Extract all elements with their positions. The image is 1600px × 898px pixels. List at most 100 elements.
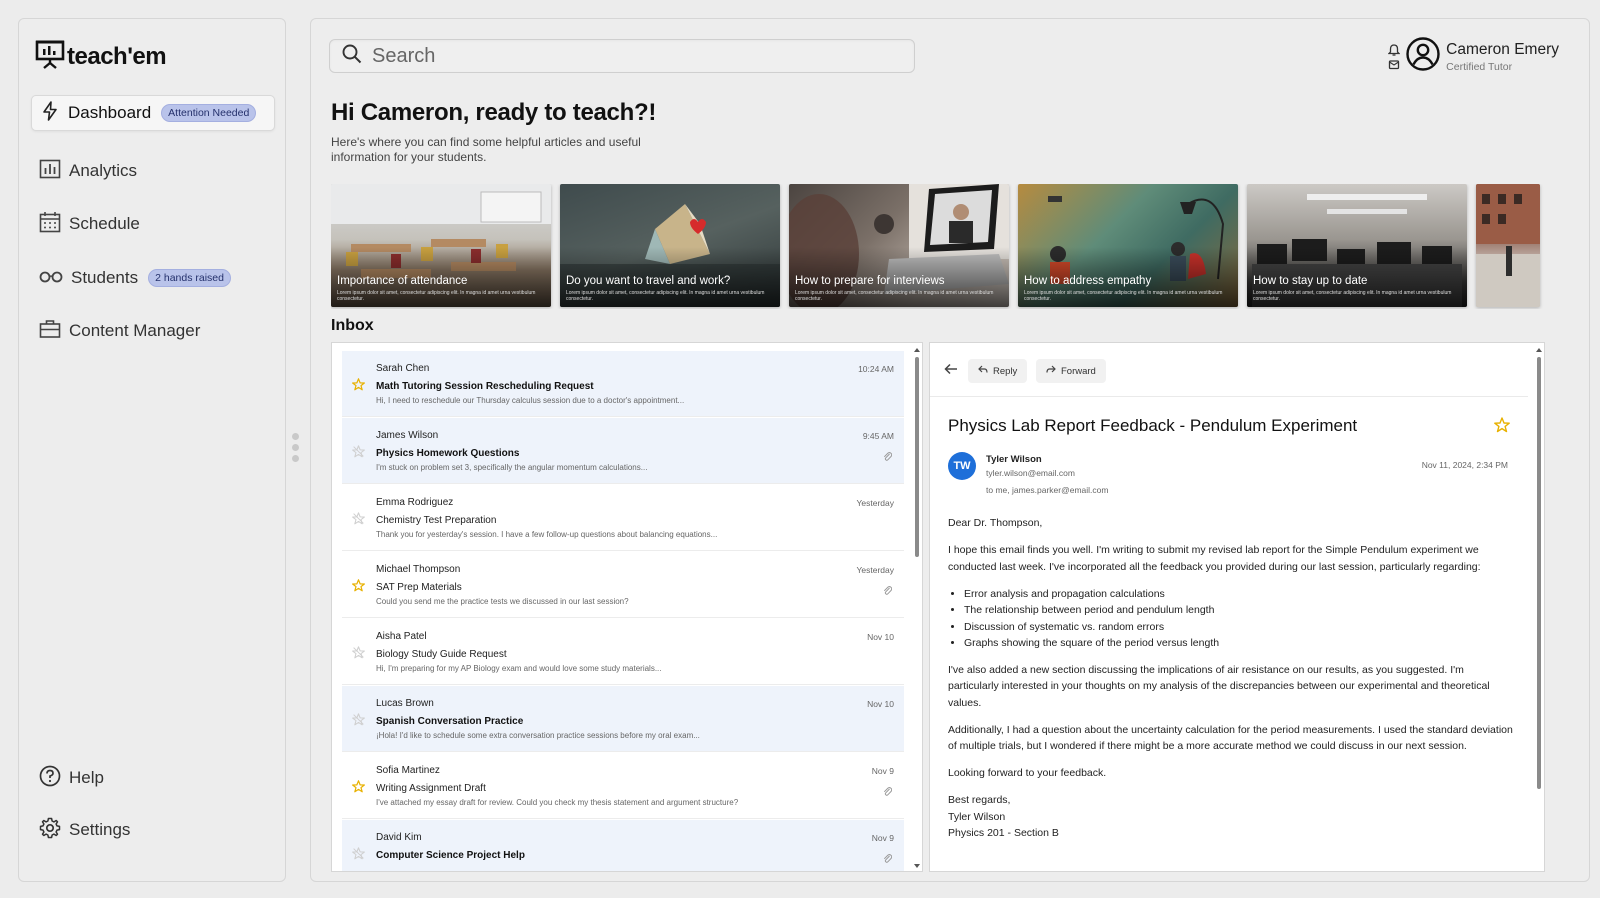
back-arrow-icon[interactable] [944, 362, 958, 380]
message-subject: Writing Assignment Draft [376, 783, 486, 794]
article-title: How to stay up to date [1253, 275, 1368, 287]
message-row[interactable]: James Wilson Physics Homework Questions I'… [342, 418, 904, 484]
sidebar-item-label: Dashboard [68, 103, 152, 122]
search-icon [342, 44, 362, 69]
article-carousel: Importance of attendance Lorem ipsum dol… [331, 184, 1561, 309]
resize-handle[interactable] [292, 433, 300, 466]
article-card[interactable]: Importance of attendance Lorem ipsum dol… [331, 184, 551, 307]
search-input[interactable] [372, 44, 892, 68]
forward-button[interactable]: Forward [1036, 359, 1106, 383]
star-icon[interactable] [352, 780, 365, 798]
message-sender: Lucas Brown [376, 698, 434, 709]
message-time: Yesterday [856, 498, 895, 508]
paperclip-icon [883, 851, 893, 869]
star-icon[interactable] [352, 445, 365, 463]
message-row[interactable]: Sofia Martinez Writing Assignment Draft I'… [342, 753, 904, 819]
sidebar-item-label: Settings [69, 820, 131, 839]
paperclip-icon [883, 784, 893, 802]
email-date: Nov 11, 2024, 2:34 PM [1421, 460, 1508, 470]
message-time: Yesterday [856, 565, 895, 575]
page-subtitle: Here's where you can find some helpful a… [331, 135, 641, 164]
star-icon[interactable] [352, 512, 365, 530]
sidebar-item-analytics[interactable]: Analytics [31, 153, 275, 189]
user-menu[interactable]: Cameron Emery Certified Tutor [1388, 37, 1559, 76]
message-sender: Sofia Martinez [376, 765, 440, 776]
search-bar[interactable] [329, 39, 915, 73]
calendar-icon [39, 211, 61, 238]
email-paragraph: Additionally, I had a question about the… [948, 723, 1513, 753]
message-time: Nov 9 [871, 766, 894, 776]
message-sender: James Wilson [376, 430, 439, 441]
star-icon[interactable] [352, 713, 365, 731]
email-detail: Reply Forward Physics Lab Report Feedbac… [929, 342, 1545, 872]
message-row[interactable]: Aisha Patel Biology Study Guide Request Hi… [342, 619, 904, 685]
forward-label: Forward [1061, 365, 1096, 377]
bullet-item: Error analysis and propagation calculati… [964, 586, 1514, 603]
message-row[interactable]: Emma Rodriguez Chemistry Test Preparation… [342, 485, 904, 551]
reply-icon [978, 365, 988, 377]
star-icon[interactable] [352, 378, 365, 396]
message-row[interactable]: Lucas Brown Spanish Conversation Practice… [342, 686, 904, 752]
reply-button[interactable]: Reply [968, 359, 1028, 383]
article-card[interactable]: How to prepare for interviews Lorem ipsu… [789, 184, 1009, 307]
detail-scrollbar[interactable] [1536, 347, 1542, 869]
email-signoff: Best regards, [948, 794, 1011, 806]
article-card[interactable]: Do you want to travel and work? Lorem ip… [560, 184, 780, 307]
message-subject: Chemistry Test Preparation [376, 515, 497, 526]
article-excerpt: Lorem ipsum dolor sit amet, consectetur … [795, 290, 994, 302]
star-icon[interactable] [352, 579, 365, 597]
recipients: to me, james.parker@email.com [986, 485, 1109, 495]
page-title: Hi Cameron, ready to teach?! [331, 99, 657, 126]
message-sender: Emma Rodriguez [376, 497, 454, 508]
article-title: Importance of attendance [337, 275, 468, 287]
message-subject: Physics Homework Questions [376, 448, 520, 459]
email-paragraph: I've also added a new section discussing… [948, 663, 1490, 709]
article-excerpt: Lorem ipsum dolor sit amet, consectetur … [1024, 290, 1223, 302]
article-card[interactable] [1476, 184, 1540, 307]
sidebar-item-help[interactable]: Help [31, 760, 275, 796]
email-body: Dear Dr. Thompson, I hope this email fin… [948, 515, 1514, 842]
star-icon[interactable] [352, 847, 365, 865]
sidebar-item-students[interactable]: Students 2 hands raised [31, 260, 275, 296]
email-paragraph: I hope this email finds you well. I'm wr… [948, 544, 1481, 573]
signature-name: Tyler Wilson [948, 810, 1006, 823]
sidebar-item-settings[interactable]: Settings [31, 812, 275, 848]
sidebar-item-dashboard[interactable]: Dashboard Attention Needed [31, 95, 275, 131]
message-subject: Computer Science Project Help [376, 850, 525, 861]
message-preview: ¡Hola! I'd like to schedule some extra c… [376, 731, 700, 740]
message-row[interactable]: Sarah Chen Math Tutoring Session Reschedu… [342, 351, 904, 417]
message-sender: Sarah Chen [376, 363, 430, 374]
article-card[interactable]: How to address empathy Lorem ipsum dolor… [1018, 184, 1238, 307]
message-sender: Aisha Patel [376, 631, 427, 642]
bullet-item: The relationship between period and pend… [964, 602, 1514, 619]
gear-icon [39, 817, 61, 844]
message-time: Nov 10 [867, 632, 894, 642]
star-icon[interactable] [1494, 417, 1510, 438]
message-row[interactable]: Michael Thompson SAT Prep Materials Could … [342, 552, 904, 618]
message-sender: Michael Thompson [376, 564, 461, 575]
message-row[interactable]: David Kim Computer Science Project Help No… [342, 820, 904, 871]
sidebar-item-schedule[interactable]: Schedule [31, 206, 275, 242]
app-logo[interactable]: teach'em [35, 39, 167, 74]
glasses-icon [39, 268, 63, 288]
notification-icon[interactable] [1388, 43, 1401, 70]
message-preview: Hi, I need to reschedule our Thursday ca… [376, 396, 685, 405]
message-time: 10:24 AM [858, 364, 894, 374]
sender-email: tyler.wilson@email.com [986, 468, 1075, 478]
list-scrollbar[interactable] [914, 347, 920, 869]
bullet-item: Graphs showing the square of the period … [964, 635, 1514, 652]
sidebar-item-content-manager[interactable]: Content Manager [31, 313, 275, 349]
email-subject: Physics Lab Report Feedback - Pendulum E… [948, 416, 1358, 435]
star-icon[interactable] [352, 646, 365, 664]
article-card[interactable]: How to stay up to date Lorem ipsum dolor… [1247, 184, 1467, 307]
user-role: Certified Tutor [1446, 60, 1513, 73]
email-salutation: Dear Dr. Thompson, [948, 517, 1043, 529]
email-paragraph: Looking forward to your feedback. [948, 767, 1107, 779]
email-toolbar: Reply Forward [930, 343, 1528, 397]
paperclip-icon [883, 449, 893, 467]
bar-chart-icon [39, 159, 61, 184]
sidebar-item-label: Schedule [69, 214, 140, 233]
message-preview: I've attached my essay draft for review.… [376, 798, 739, 807]
message-time: Nov 9 [871, 833, 894, 843]
paperclip-icon [883, 583, 893, 601]
